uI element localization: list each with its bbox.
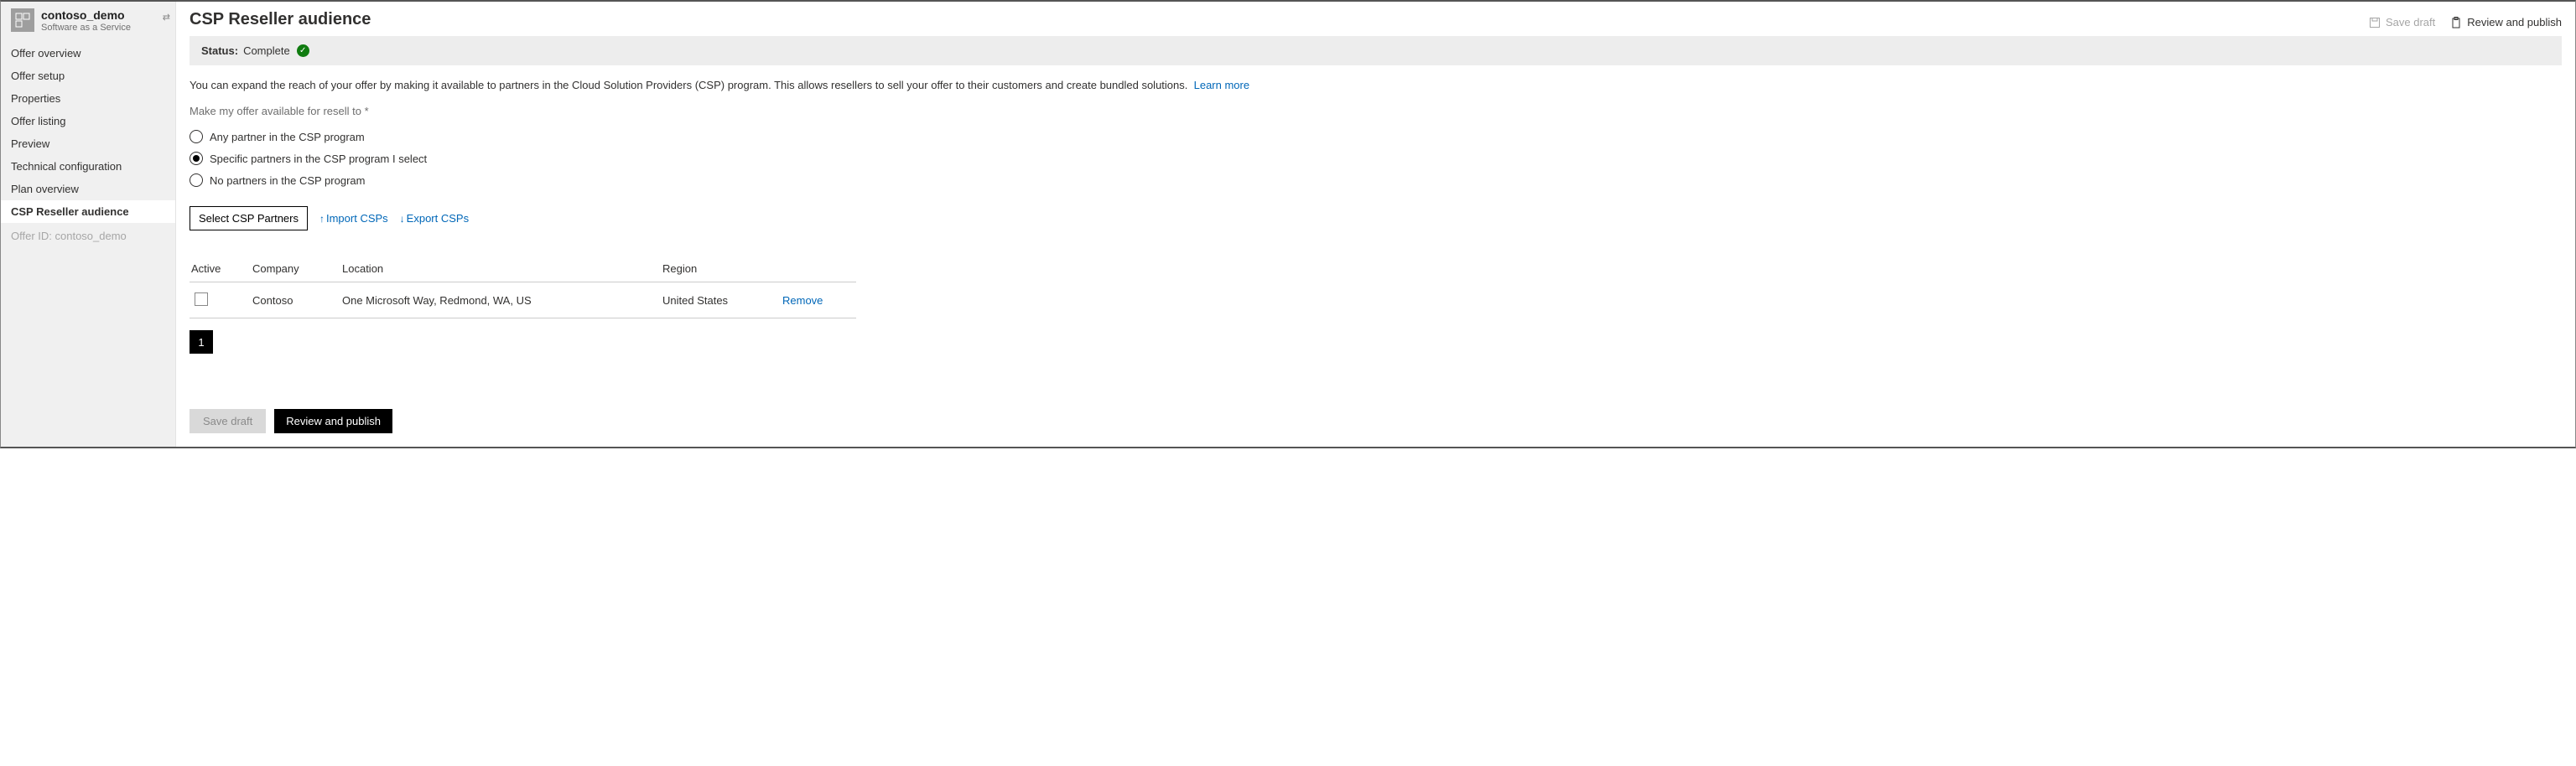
- save-draft-header-button: Save draft: [2369, 16, 2435, 28]
- check-circle-icon: ✓: [297, 44, 309, 57]
- radio-no-partners[interactable]: No partners in the CSP program: [190, 169, 2562, 191]
- upload-icon: ↑: [319, 213, 325, 225]
- review-publish-button[interactable]: Review and publish: [274, 409, 392, 433]
- sidebar-item-properties[interactable]: Properties: [1, 87, 175, 110]
- radio-any-partner[interactable]: Any partner in the CSP program: [190, 126, 2562, 148]
- radio-icon: [190, 173, 203, 187]
- download-icon: ↓: [400, 213, 405, 225]
- sidebar-item-offer-setup[interactable]: Offer setup: [1, 65, 175, 87]
- offer-id-label: Offer ID: contoso_demo: [1, 223, 175, 249]
- import-csps-label: Import CSPs: [326, 212, 388, 225]
- table-header-row: Active Company Location Region: [190, 256, 856, 282]
- cell-region: United States: [662, 282, 782, 318]
- csp-actions-row: Select CSP Partners ↑ Import CSPs ↓ Expo…: [190, 206, 2562, 230]
- sidebar-item-csp-reseller-audience[interactable]: CSP Reseller audience: [1, 200, 175, 223]
- offer-name: contoso_demo: [41, 8, 169, 22]
- page-1-button[interactable]: 1: [190, 330, 213, 354]
- resell-field-label: Make my offer available for resell to *: [190, 105, 2562, 117]
- header-actions: Save draft Review and publish: [2369, 16, 2562, 28]
- sidebar-nav: Offer overview Offer setup Properties Of…: [1, 42, 175, 223]
- cell-location: One Microsoft Way, Redmond, WA, US: [342, 282, 662, 318]
- table-row: Contoso One Microsoft Way, Redmond, WA, …: [190, 282, 856, 318]
- radio-specific-partners-label: Specific partners in the CSP program I s…: [210, 153, 427, 165]
- radio-specific-partners[interactable]: Specific partners in the CSP program I s…: [190, 148, 2562, 169]
- sidebar-item-offer-overview[interactable]: Offer overview: [1, 42, 175, 65]
- main-header: CSP Reseller audience Save draft Review …: [190, 8, 2562, 36]
- export-csps-label: Export CSPs: [407, 212, 469, 225]
- sidebar-item-plan-overview[interactable]: Plan overview: [1, 178, 175, 200]
- sidebar: contoso_demo Software as a Service ⇄ Off…: [1, 2, 176, 447]
- status-label: Status:: [201, 44, 238, 57]
- csp-partners-table: Active Company Location Region Contoso O…: [190, 256, 856, 318]
- main-content: CSP Reseller audience Save draft Review …: [176, 2, 2575, 447]
- sidebar-item-technical-configuration[interactable]: Technical configuration: [1, 155, 175, 178]
- pager: 1: [190, 330, 2562, 354]
- review-publish-header-label: Review and publish: [2467, 16, 2562, 28]
- export-csps-link[interactable]: ↓ Export CSPs: [400, 212, 469, 225]
- remove-link[interactable]: Remove: [782, 294, 823, 307]
- radio-no-partners-label: No partners in the CSP program: [210, 174, 365, 187]
- sidebar-header: contoso_demo Software as a Service ⇄: [1, 2, 175, 42]
- status-bar: Status: Complete ✓: [190, 36, 2562, 65]
- footer-actions: Save draft Review and publish: [190, 409, 2562, 433]
- clipboard-icon: [2450, 17, 2462, 28]
- col-header-action: [782, 256, 856, 282]
- swap-icon[interactable]: ⇄: [163, 12, 170, 23]
- col-header-location: Location: [342, 256, 662, 282]
- radio-any-partner-label: Any partner in the CSP program: [210, 131, 365, 143]
- description-body: You can expand the reach of your offer b…: [190, 79, 1187, 91]
- radio-icon: [190, 130, 203, 143]
- save-draft-header-label: Save draft: [2386, 16, 2435, 28]
- col-header-company: Company: [252, 256, 342, 282]
- cell-company: Contoso: [252, 282, 342, 318]
- save-icon: [2369, 17, 2381, 28]
- offer-type-label: Software as a Service: [41, 22, 169, 34]
- col-header-region: Region: [662, 256, 782, 282]
- select-csp-partners-button[interactable]: Select CSP Partners: [190, 206, 308, 230]
- sidebar-item-offer-listing[interactable]: Offer listing: [1, 110, 175, 132]
- description-text: You can expand the reach of your offer b…: [190, 79, 2562, 91]
- radio-selected-icon: [190, 152, 203, 165]
- status-value: Complete: [243, 44, 290, 57]
- learn-more-link[interactable]: Learn more: [1194, 79, 1249, 91]
- resell-radio-group: Any partner in the CSP program Specific …: [190, 126, 2562, 191]
- import-csps-link[interactable]: ↑ Import CSPs: [319, 212, 388, 225]
- review-publish-header-button[interactable]: Review and publish: [2450, 16, 2562, 28]
- sidebar-item-preview[interactable]: Preview: [1, 132, 175, 155]
- page-title: CSP Reseller audience: [190, 8, 371, 36]
- active-checkbox[interactable]: [195, 292, 208, 306]
- save-draft-button: Save draft: [190, 409, 266, 433]
- col-header-active: Active: [190, 256, 252, 282]
- offer-type-icon: [11, 8, 34, 32]
